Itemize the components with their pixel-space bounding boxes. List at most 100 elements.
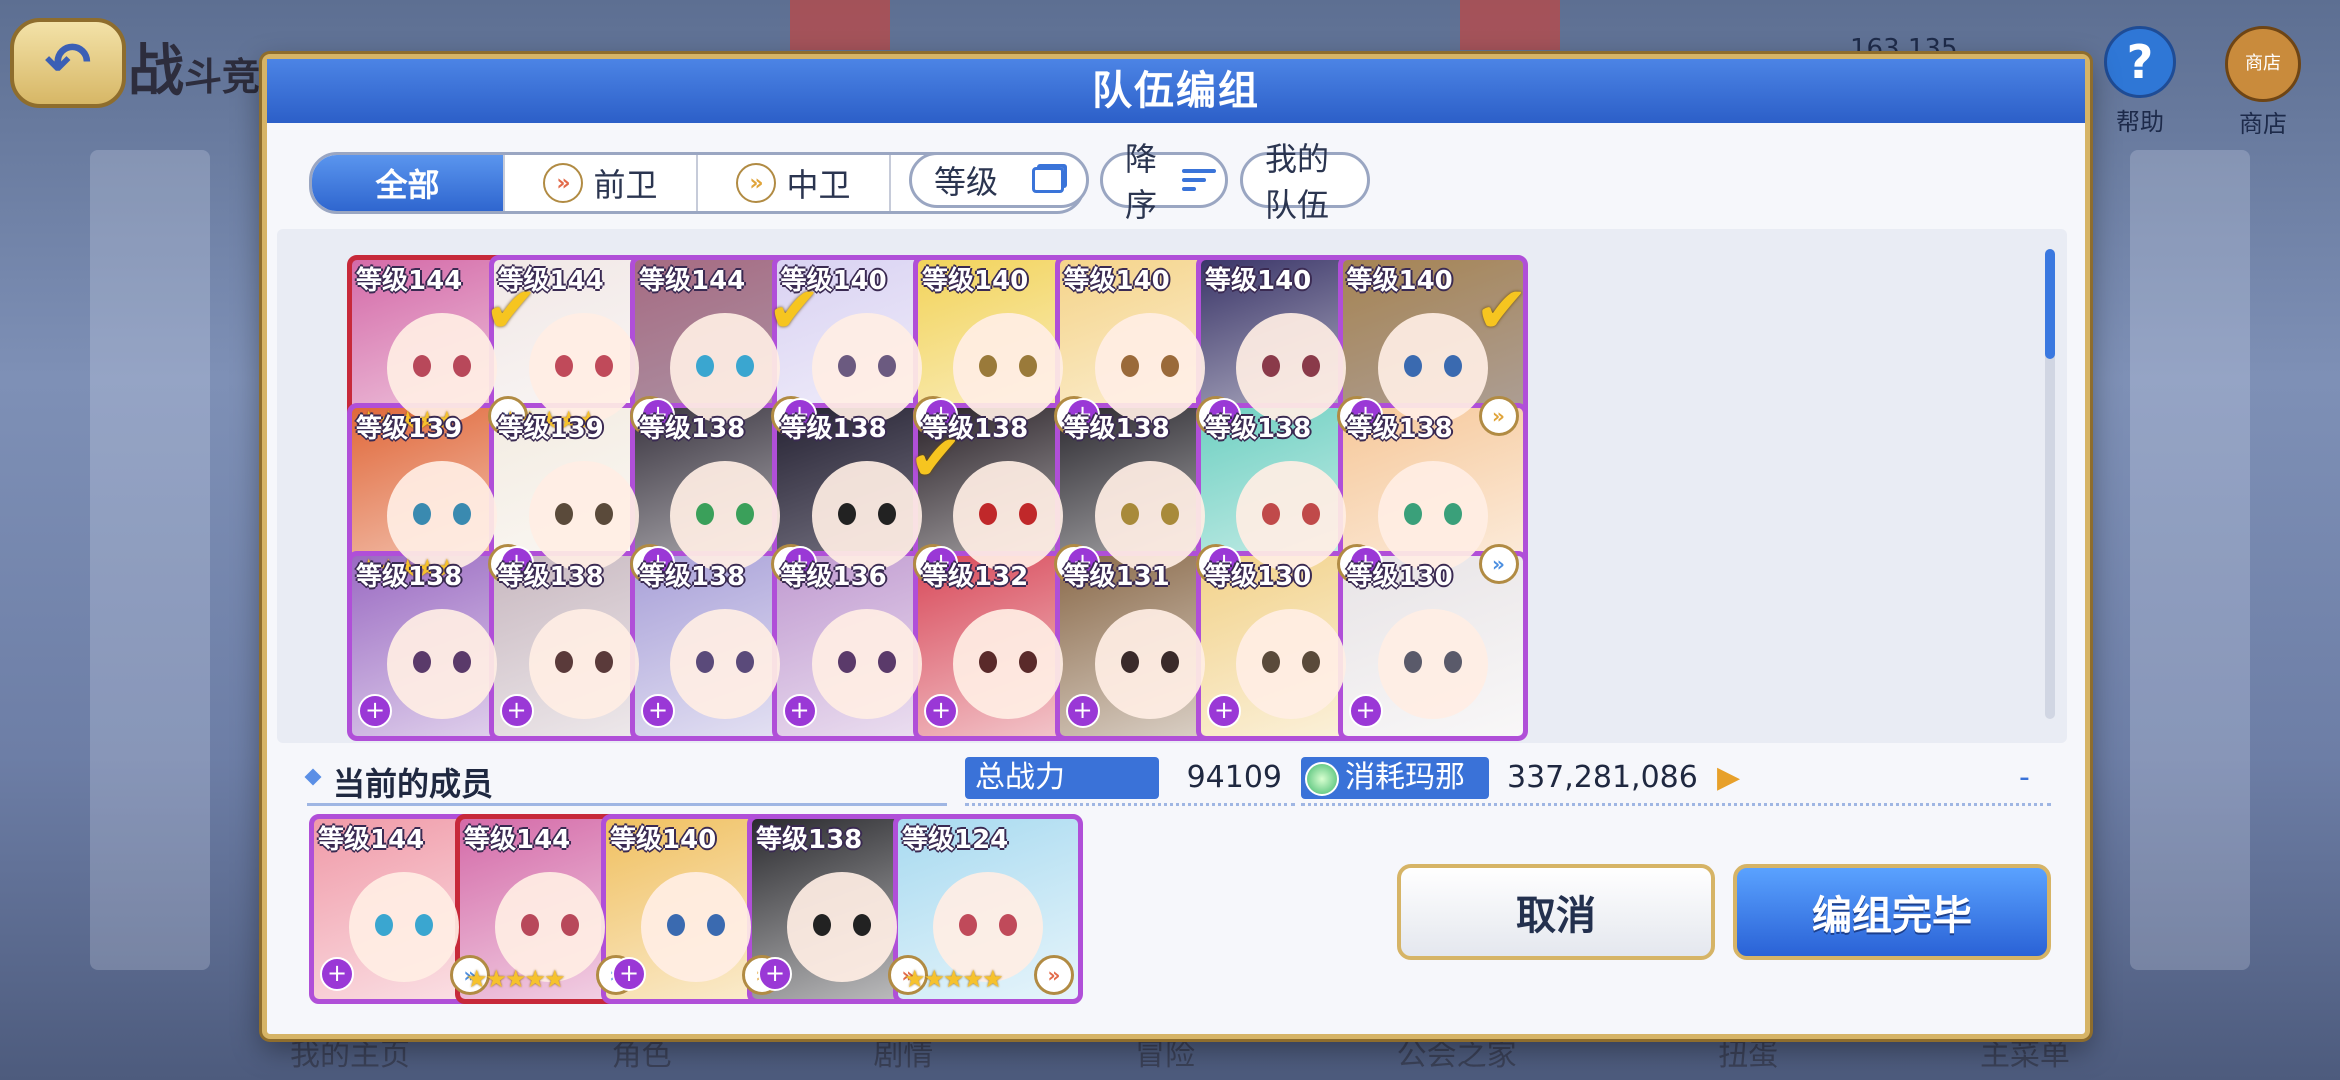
character-portrait [1094,313,1205,423]
star-rating: ★★★★★ [466,965,566,993]
checkmark-icon: ✔ [908,422,962,496]
checkmark-icon: ✔ [1474,274,1528,348]
character-portrait [953,313,1063,423]
plus-icon: + [782,694,817,728]
roster-scrollbar[interactable] [2045,249,2055,719]
mana-icon [1305,761,1339,796]
character-portrait [349,872,459,982]
checkmark-icon: ✔ [484,274,537,348]
plus-icon: + [320,957,354,991]
plus-icon: + [924,694,958,728]
level-label: 等级138 [1205,414,1312,444]
level-label: 等级138 [639,414,746,444]
level-label: 等级138 [1346,414,1453,444]
character-portrait [953,461,1063,571]
character-portrait [528,609,639,719]
level-label: 等级138 [1063,414,1170,444]
level-label: 等级132 [922,562,1029,592]
character-roster-grid: 等级144★★★★★»✔等级144★★★★★»等级144+»✔等级140+»等级… [277,229,2067,743]
finish-formation-button[interactable]: 编组完毕 [1733,864,2051,960]
my-team-button[interactable]: 我的队伍 [1240,140,1370,224]
cancel-button[interactable]: 取消 [1397,864,1715,960]
role-icon: » [1034,955,1074,995]
character-portrait [670,313,780,423]
scrollbar-thumb[interactable] [2045,249,2055,359]
plus-icon: + [358,694,392,728]
character-portrait [1236,609,1346,719]
total-power-label: 总战力 [965,757,1159,799]
level-label: 等级138 [780,414,887,444]
bg-banner [790,0,890,50]
help-icon: ? [2104,26,2176,98]
member-card[interactable]: 等级124 ★★★★★ » [893,814,1083,1004]
plus-icon: + [758,957,792,991]
character-portrait [1094,461,1205,571]
level-label: 等级140 [1063,266,1170,296]
total-power-value: 94109 [1186,760,1282,795]
shop-icon: 商店 [2225,26,2301,102]
character-portrait [953,609,1063,719]
back-arrow-icon: ↶ [44,30,92,96]
level-label: 等级144 [318,825,425,855]
level-label: 等级130 [1205,562,1312,592]
vanguard-role-icon: » [543,163,584,203]
level-label: 等级139 [356,414,463,444]
role-icon: » [1478,544,1519,584]
plus-icon: + [1207,694,1241,728]
level-label: 等级138 [756,825,863,855]
sort-field-button[interactable]: 等级 [909,152,1089,208]
character-portrait [670,461,780,571]
plus-icon: + [499,694,534,728]
bg-pillar [90,150,210,970]
mana-arrow-icon: ▶ [1717,760,1741,795]
level-label: 等级144 [356,266,463,296]
character-portrait [528,461,639,571]
character-portrait [1094,609,1205,719]
character-portrait [1377,461,1488,571]
star-rating: ★★★★★ [904,965,1004,993]
sort-order-button[interactable]: 降序 [1100,140,1228,224]
level-label: 等级131 [1063,562,1170,592]
character-portrait [670,609,780,719]
help-label: 帮助 [2116,108,2164,136]
dialog-title: 队伍编组 [267,59,2085,123]
character-portrait [811,313,922,423]
mana-cost-label: 消耗玛那 [1301,757,1489,799]
sort-order-icon [1182,169,1217,191]
help-button[interactable]: ? 帮助 [2098,26,2182,136]
plus-icon: + [1065,694,1100,728]
mana-cost-value: 337,281,086 [1507,760,1698,795]
character-portrait [1236,461,1346,571]
members-divider [307,803,947,806]
character-portrait [387,609,497,719]
tab-all[interactable]: 全部 [312,155,503,211]
character-portrait [1236,313,1346,423]
checkmark-icon: ✔ [767,274,820,348]
mana-after-value: - [2019,760,2030,795]
bg-banner [1460,0,1560,50]
level-label: 等级138 [497,562,604,592]
shop-button[interactable]: 商店 商店 [2218,26,2308,138]
tab-midguard[interactable]: » 中卫 [696,155,889,211]
level-label: 等级144 [464,825,571,855]
character-portrait [1377,313,1488,423]
level-label: 等级130 [1346,562,1453,592]
team-formation-dialog: 队伍编组 全部 » 前卫 » 中卫 » 后卫 等级 降序 我的队伍 等级144★… [262,54,2090,1039]
tab-vanguard[interactable]: » 前卫 [503,155,696,211]
level-label: 等级136 [780,562,887,592]
character-portrait [641,872,751,982]
current-members-title: 当前的成员 [307,759,493,805]
character-portrait [811,461,922,571]
sort-field-dropdown-icon [1032,167,1064,193]
back-button[interactable]: ↶ [10,18,126,108]
level-label: 等级140 [922,266,1029,296]
level-label: 等级140 [1205,266,1312,296]
character-portrait [787,872,897,982]
bg-pillar [2130,150,2250,970]
power-divider [965,803,1295,806]
plus-icon: + [641,694,675,728]
level-label: 等级124 [902,825,1009,855]
midguard-role-icon: » [736,163,777,203]
level-label: 等级140 [1346,266,1453,296]
level-label: 等级139 [497,414,604,444]
